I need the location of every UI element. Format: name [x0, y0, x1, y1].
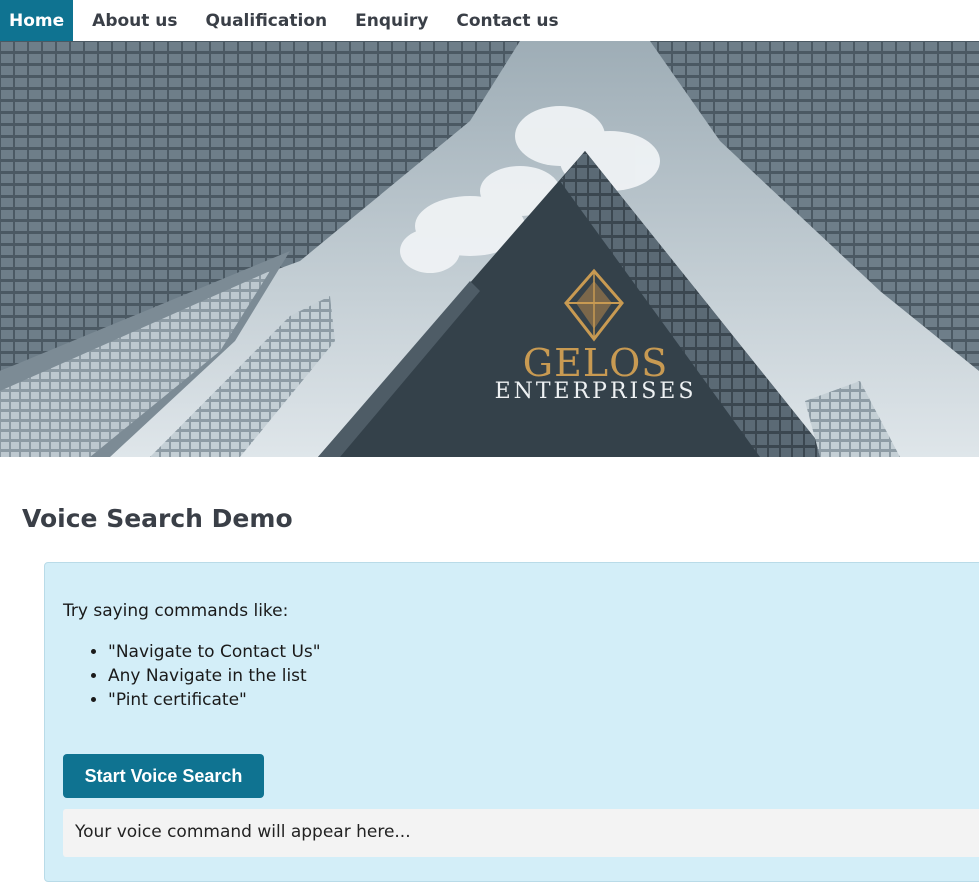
voice-command-output: Your voice command will appear here...: [63, 809, 979, 857]
nav-about-us[interactable]: About us: [83, 0, 186, 41]
nav-home[interactable]: Home: [0, 0, 74, 41]
list-item: Any Navigate in the list: [108, 664, 321, 688]
intro-text: Try saying commands like:: [63, 601, 289, 621]
voice-search-panel: Try saying commands like: "Navigate to C…: [44, 562, 979, 882]
top-nav: Home About us Qualification Enquiry Cont…: [0, 0, 979, 41]
page-title: Voice Search Demo: [22, 504, 293, 533]
command-list: "Navigate to Contact Us" Any Navigate in…: [108, 640, 321, 712]
list-item: "Navigate to Contact Us": [108, 640, 321, 664]
list-item: "Pint certificate": [108, 688, 321, 712]
logo-brand-subtitle: ENTERPRISES: [494, 379, 697, 404]
start-voice-search-button[interactable]: Start Voice Search: [63, 754, 264, 798]
nav-qualification[interactable]: Qualification: [197, 0, 337, 41]
nav-contact-us[interactable]: Contact us: [447, 0, 567, 41]
hero-banner: GELOS ENTERPRISES: [0, 41, 979, 457]
nav-enquiry[interactable]: Enquiry: [346, 0, 437, 41]
